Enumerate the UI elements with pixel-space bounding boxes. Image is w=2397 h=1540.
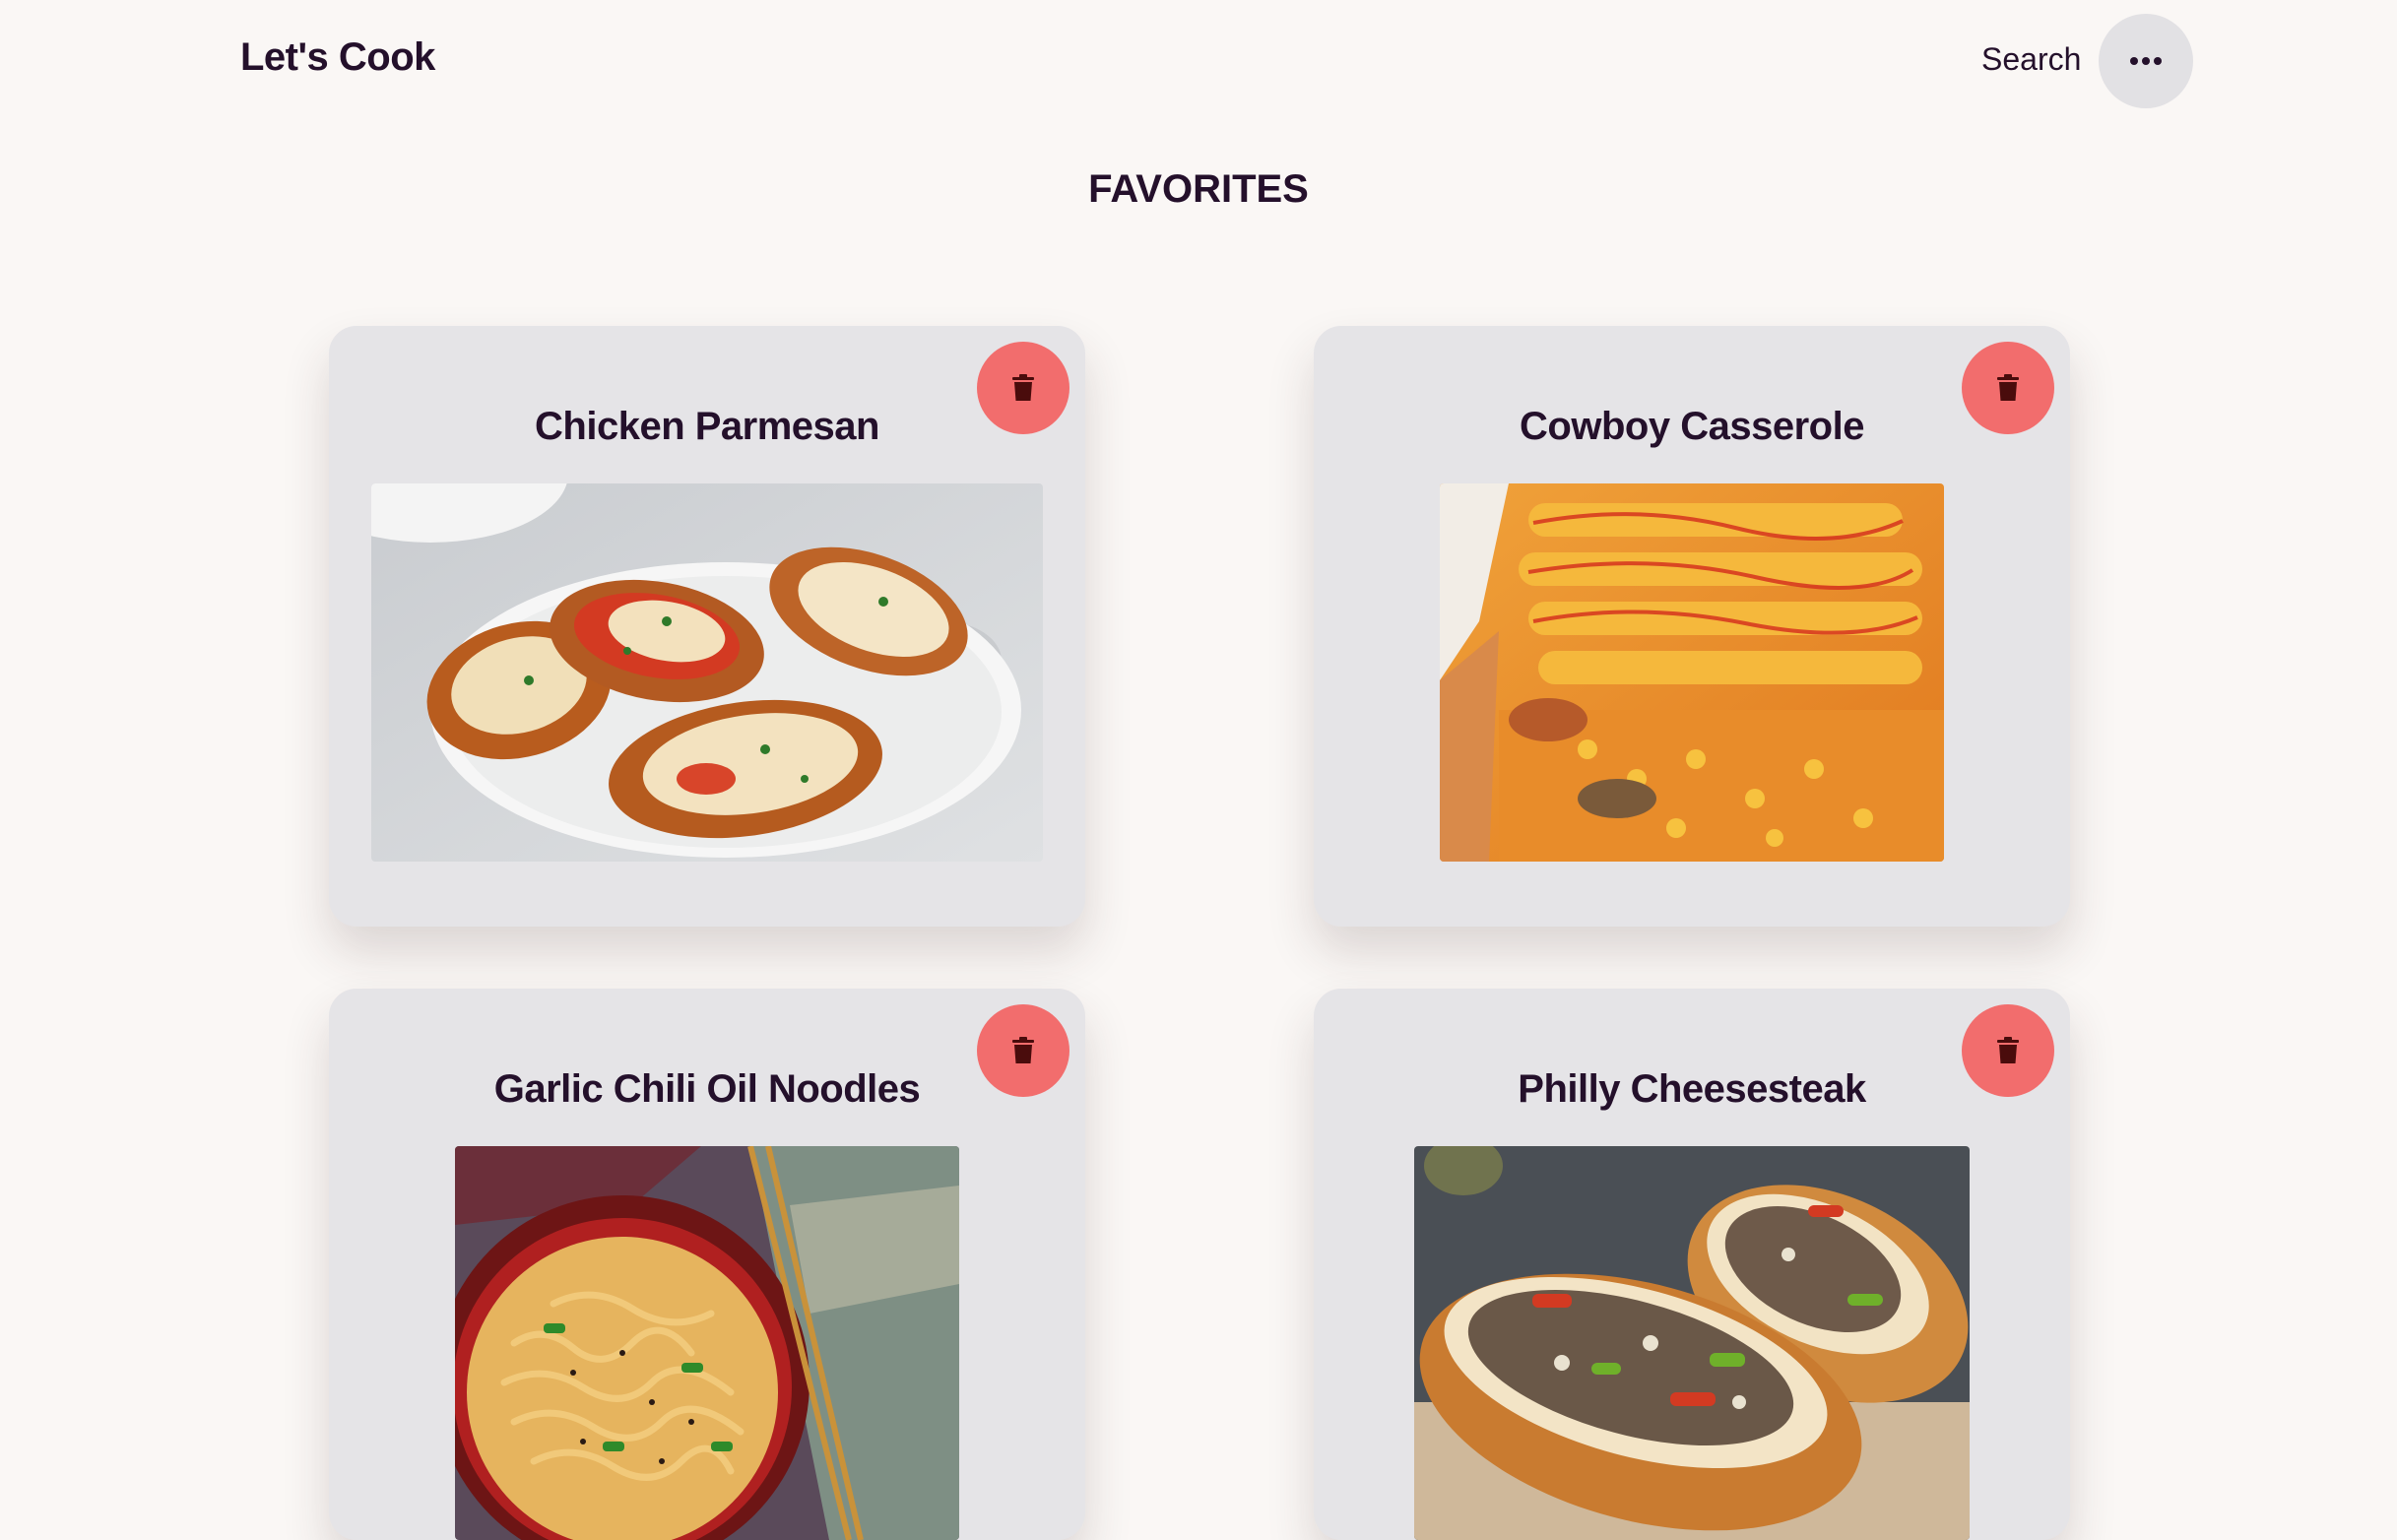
search-link[interactable]: Search (1981, 41, 2081, 78)
trash-icon (1997, 374, 2019, 401)
recipe-title[interactable]: Garlic Chili Oil Noodles (329, 1067, 1085, 1112)
recipe-card[interactable]: Philly Cheesesteak (1314, 989, 2070, 1540)
menu-button[interactable] (2099, 14, 2193, 108)
recipe-image[interactable] (1440, 483, 1944, 862)
recipe-title[interactable]: Cowboy Casserole (1314, 405, 2070, 449)
recipe-title[interactable]: Philly Cheesesteak (1314, 1067, 2070, 1112)
recipe-card[interactable]: Chicken Parmesan (329, 326, 1085, 927)
brand-logo[interactable]: Let's Cook (240, 35, 435, 80)
trash-icon (1012, 1037, 1034, 1063)
page-title: FAVORITES (1088, 167, 1309, 211)
recipe-card[interactable]: Cowboy Casserole (1314, 326, 2070, 927)
trash-icon (1012, 374, 1034, 401)
recipe-image[interactable] (455, 1146, 959, 1540)
recipe-card[interactable]: Garlic Chili Oil Noodles (329, 989, 1085, 1540)
trash-icon (1997, 1037, 2019, 1063)
navbar: Let's Cook Search (0, 0, 2397, 122)
recipe-image[interactable] (1414, 1146, 1970, 1540)
ellipsis-icon (2130, 57, 2162, 65)
recipe-title[interactable]: Chicken Parmesan (329, 405, 1085, 449)
recipe-image[interactable] (371, 483, 1043, 862)
